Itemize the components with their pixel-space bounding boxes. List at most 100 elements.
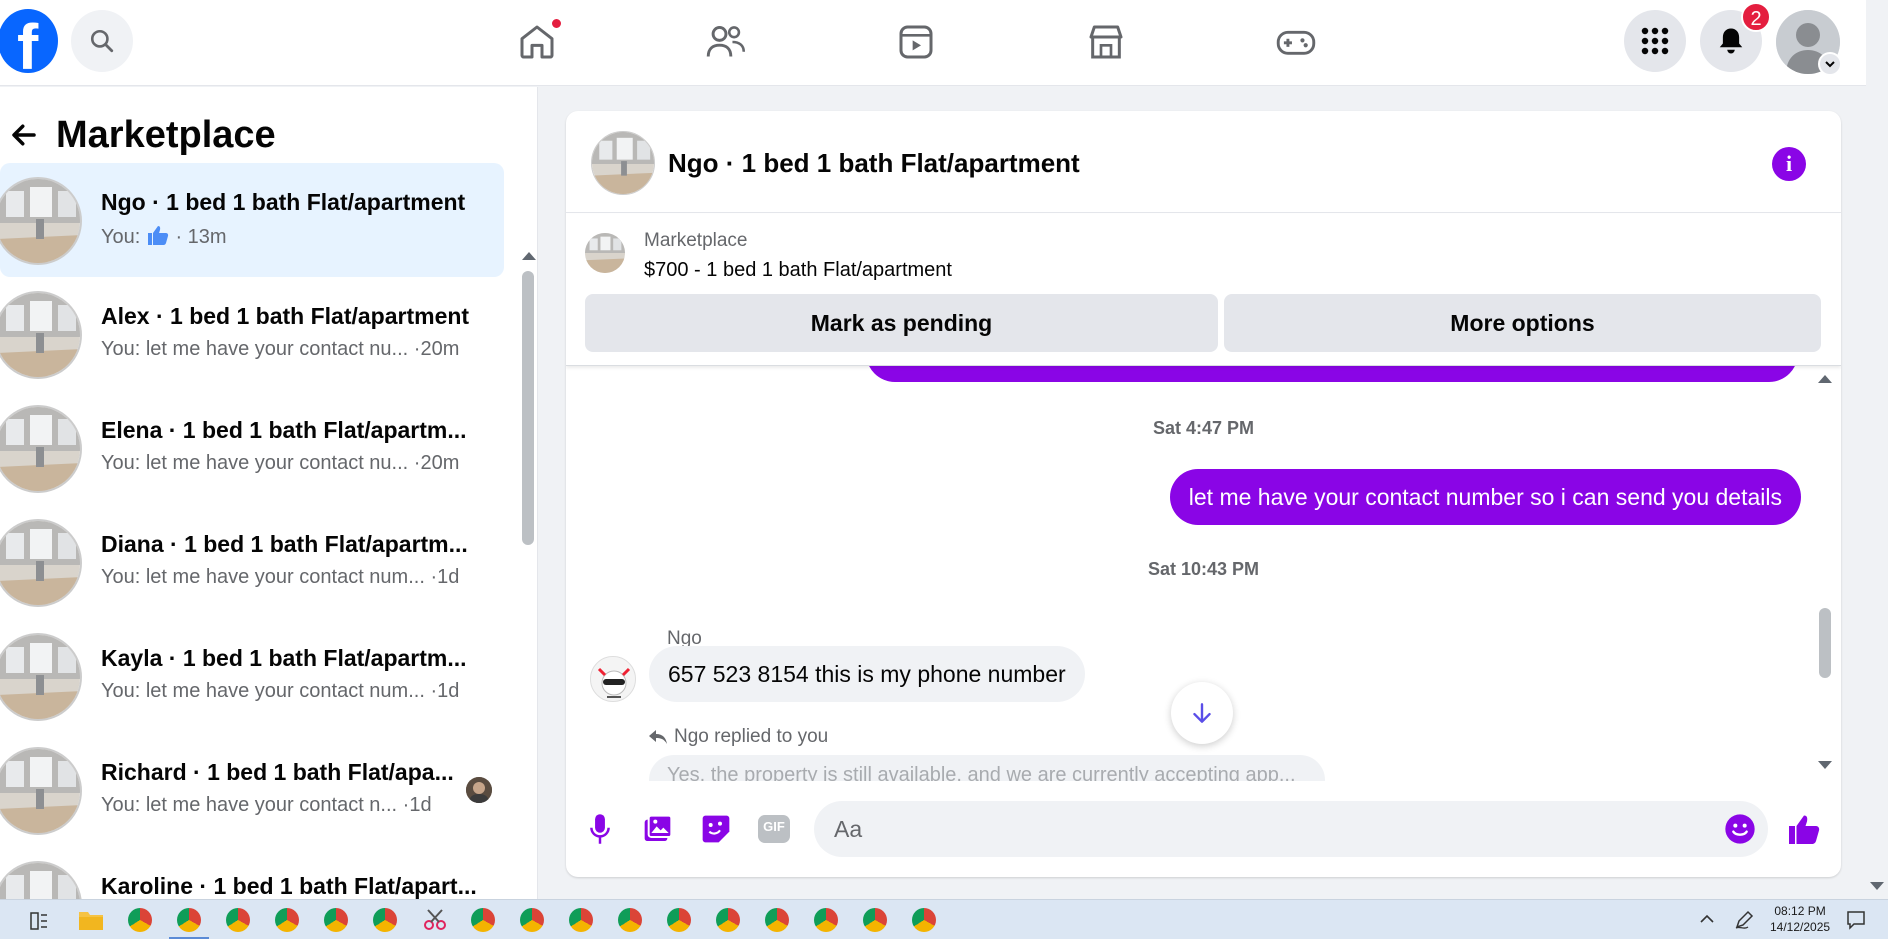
- pen-icon[interactable]: [1734, 910, 1754, 930]
- listing-thumbnail: [0, 291, 82, 379]
- conversation-preview: You: let me have your contact num... ·1d: [101, 566, 459, 589]
- mark-as-pending-button[interactable]: Mark as pending: [585, 294, 1218, 352]
- snipping-tool-icon[interactable]: [422, 908, 448, 932]
- preview-time: · 13m: [175, 226, 227, 248]
- chrome-app-icon[interactable]: [814, 908, 838, 932]
- listing-thumbnail: [0, 405, 82, 493]
- chrome-app-icon[interactable]: [275, 908, 299, 932]
- scroll-up-arrow[interactable]: [522, 252, 536, 260]
- scrollbar-thumb[interactable]: [1819, 608, 1831, 678]
- chrome-app-icon[interactable]: [667, 908, 691, 932]
- conversation-title: Ngo · 1 bed 1 bath Flat/apartment: [101, 189, 466, 215]
- chrome-app-icon[interactable]: [863, 908, 887, 932]
- scrollbar-thumb[interactable]: [522, 271, 534, 545]
- scroll-up-arrow[interactable]: [1818, 375, 1832, 383]
- reply-arrow-icon: [649, 730, 667, 744]
- info-icon[interactable]: i: [1772, 147, 1806, 181]
- conversation-preview: You: let me have your contact nu... ·20m: [101, 452, 459, 475]
- menu-grid-icon: [1641, 27, 1669, 55]
- listing-thumbnail[interactable]: [585, 233, 625, 273]
- apartment-photo-icon: [0, 863, 80, 899]
- chrome-app-icon[interactable]: [324, 908, 348, 932]
- listing-thumbnail: [0, 633, 82, 721]
- page-scrollbar[interactable]: [1866, 0, 1888, 899]
- more-options-button[interactable]: More options: [1224, 294, 1821, 352]
- message-input[interactable]: [814, 801, 1768, 857]
- menu-button[interactable]: [1624, 10, 1686, 72]
- chrome-app-icon[interactable]: [520, 908, 544, 932]
- apartment-photo-icon: [0, 293, 80, 377]
- conversation-item-elena[interactable]: Elena · 1 bed 1 bath Flat/apartm... You:…: [0, 391, 504, 505]
- emoji-icon[interactable]: [1724, 813, 1756, 845]
- chrome-app-icon[interactable]: [716, 908, 740, 932]
- marketplace-tab[interactable]: [1078, 14, 1134, 70]
- conversation-title: Elena · 1 bed 1 bath Flat/apartm...: [101, 417, 467, 443]
- notifications-center-icon[interactable]: [1846, 910, 1866, 930]
- conversation-item-diana[interactable]: Diana · 1 bed 1 bath Flat/apartm... You:…: [0, 505, 504, 619]
- chrome-app-icon[interactable]: [373, 908, 397, 932]
- friends-tab[interactable]: [698, 14, 754, 70]
- gaming-tab[interactable]: [1268, 14, 1324, 70]
- conversation-list: Ngo · 1 bed 1 bath Flat/apartment You: ·…: [0, 163, 505, 899]
- system-clock[interactable]: 08:12 PM 14/12/2025: [1770, 903, 1830, 935]
- chevron-up-icon[interactable]: [1700, 914, 1714, 924]
- conversation-title[interactable]: Ngo · 1 bed 1 bath Flat/apartment: [668, 148, 1080, 179]
- message-composer: GIF: [566, 791, 1841, 867]
- reply-indicator-text: Ngo replied to you: [674, 726, 829, 747]
- conversation-header: Ngo · 1 bed 1 bath Flat/apartment i: [566, 111, 1841, 213]
- thumbs-up-icon: [147, 226, 169, 245]
- conversation-item-richard[interactable]: Richard · 1 bed 1 bath Flat/apa... You: …: [0, 733, 504, 847]
- sender-avatar[interactable]: [590, 656, 636, 702]
- conversation-item-ngo[interactable]: Ngo · 1 bed 1 bath Flat/apartment You: ·…: [0, 163, 504, 277]
- preview-time: ·1d: [430, 680, 460, 702]
- timestamp: Sat 4:47 PM: [1152, 418, 1255, 438]
- preview-text: You: let me have your contact num...: [101, 680, 425, 702]
- chrome-app-icon[interactable]: [128, 908, 152, 932]
- scroll-to-bottom-button[interactable]: [1171, 682, 1233, 744]
- gif-button[interactable]: GIF: [754, 809, 794, 849]
- video-tab[interactable]: [888, 14, 944, 70]
- arrow-down-icon: [1193, 703, 1211, 723]
- file-explorer-icon[interactable]: [78, 908, 104, 932]
- apartment-photo-icon: [0, 749, 80, 833]
- account-menu-caret[interactable]: [1818, 52, 1842, 76]
- send-like-button[interactable]: [1784, 809, 1824, 849]
- person-photo-icon: [466, 777, 492, 803]
- listing-price[interactable]: $700 - 1 bed 1 bath Flat/apartment: [644, 259, 952, 282]
- facebook-logo-icon[interactable]: f: [0, 9, 58, 73]
- chrome-app-icon[interactable]: [177, 908, 201, 932]
- chrome-app-icon[interactable]: [912, 908, 936, 932]
- back-button[interactable]: [4, 115, 44, 155]
- scroll-down-arrow[interactable]: [1870, 882, 1884, 890]
- sticker-button[interactable]: [696, 809, 736, 849]
- back-arrow-icon: [12, 124, 36, 146]
- inbox-scrollbar[interactable]: [520, 167, 536, 894]
- message-bubble-outgoing[interactable]: let me have your contact number so i can…: [1169, 469, 1801, 525]
- sticker-icon: [702, 815, 730, 843]
- conversation-item-karoline[interactable]: Karoline · 1 bed 1 bath Flat/apart...: [0, 847, 504, 899]
- chrome-app-icon[interactable]: [569, 908, 593, 932]
- message-bubble-outgoing[interactable]: [866, 366, 1798, 382]
- apartment-photo-icon: [0, 521, 80, 605]
- conversation-title: Diana · 1 bed 1 bath Flat/apartm...: [101, 531, 468, 557]
- replied-message-preview[interactable]: Yes, the property is still available, an…: [649, 755, 1325, 781]
- chrome-app-icon[interactable]: [618, 908, 642, 932]
- preview-time: ·20m: [413, 338, 460, 360]
- listing-thumbnail: [0, 519, 82, 607]
- page-title: Marketplace: [56, 113, 276, 156]
- conversation-title: Kayla · 1 bed 1 bath Flat/apartm...: [101, 645, 467, 671]
- message-bubble-incoming[interactable]: 657 523 8154 this is my phone number: [649, 646, 1085, 702]
- search-button[interactable]: [71, 10, 133, 72]
- marketplace-icon: [1089, 25, 1123, 59]
- voice-clip-button[interactable]: [580, 809, 620, 849]
- conversation-item-alex[interactable]: Alex · 1 bed 1 bath Flat/apartment You: …: [0, 277, 504, 391]
- windows-taskbar: 08:12 PM 14/12/2025: [0, 899, 1888, 939]
- scroll-down-arrow[interactable]: [1818, 761, 1832, 769]
- attach-photo-button[interactable]: [638, 809, 678, 849]
- chrome-app-icon[interactable]: [471, 908, 495, 932]
- task-view-icon[interactable]: [30, 912, 48, 930]
- conversation-item-kayla[interactable]: Kayla · 1 bed 1 bath Flat/apartm... You:…: [0, 619, 504, 733]
- listing-avatar[interactable]: [591, 131, 655, 195]
- chrome-app-icon[interactable]: [226, 908, 250, 932]
- chrome-app-icon[interactable]: [765, 908, 789, 932]
